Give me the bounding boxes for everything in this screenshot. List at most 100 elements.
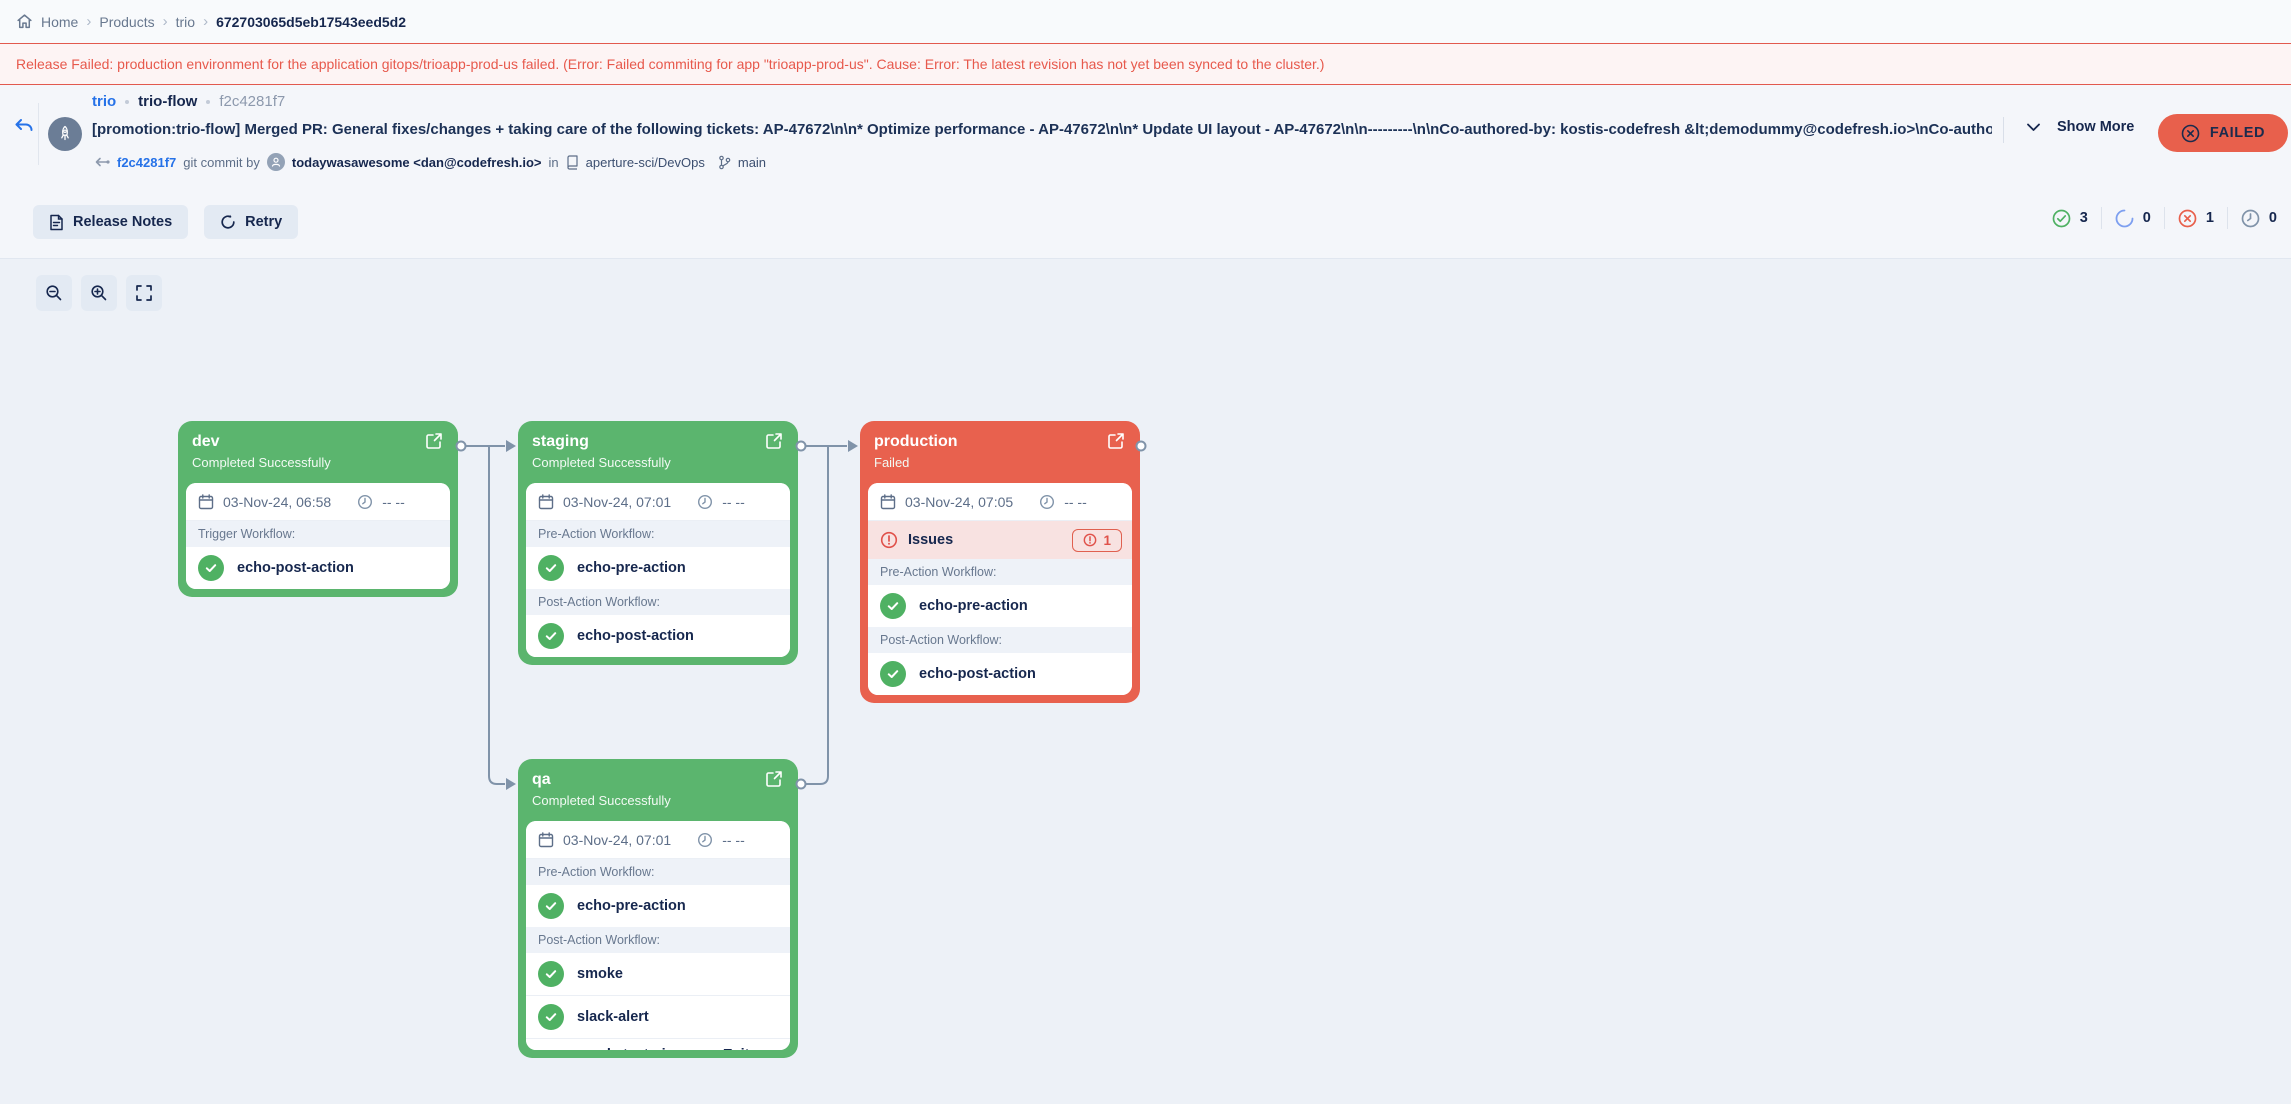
release-title-row: trio trio-flow f2c4281f7 (92, 93, 285, 110)
workflow-name: echo-pre-action (577, 560, 686, 576)
stat-pending: 0 (2241, 209, 2277, 228)
stat-running: 0 (2115, 209, 2151, 228)
check-circle-icon (538, 623, 564, 649)
workflow-row[interactable]: echo-post-action (526, 615, 790, 657)
alert-circle-icon (1083, 533, 1097, 547)
env-card-dev[interactable]: dev Completed Successfully 03-Nov-24, 06… (178, 421, 458, 597)
external-link-icon[interactable] (764, 769, 786, 791)
stat-pending-value: 0 (2269, 210, 2277, 226)
release-notes-button[interactable]: Release Notes (33, 205, 188, 239)
repo-name[interactable]: aperture-sci/DevOps (586, 155, 705, 170)
retry-button[interactable]: Retry (204, 205, 298, 239)
workflow-row[interactable]: echo-post-action (186, 547, 450, 589)
release-toolbar: Release Notes Retry (33, 205, 298, 239)
retry-label: Retry (245, 214, 282, 230)
issues-label: Issues (908, 532, 1062, 548)
check-circle-icon (880, 593, 906, 619)
stat-failed-value: 1 (2206, 210, 2214, 226)
workflow-row[interactable]: echo-pre-action (868, 585, 1132, 627)
branch-name[interactable]: main (738, 155, 766, 170)
issues-count-badge[interactable]: 1 (1072, 529, 1122, 552)
check-circle-icon (198, 555, 224, 581)
divider (2164, 207, 2165, 229)
env-card-body: 03-Nov-24, 06:58 -- -- Trigger Workflow:… (186, 483, 450, 589)
back-icon[interactable] (12, 115, 36, 139)
workflow-name: echo-pre-action (577, 898, 686, 914)
divider (2227, 207, 2228, 229)
workflow-name: echo-post-action (577, 628, 694, 644)
env-duration: -- -- (722, 832, 745, 848)
workflow-row[interactable]: smoke (526, 953, 790, 995)
workflow-row[interactable]: echo-pre-action (526, 547, 790, 589)
workflow-row[interactable]: smoketests-jsonp-onExit-send (526, 1038, 790, 1050)
external-link-icon[interactable] (1106, 431, 1128, 453)
env-card-production[interactable]: production Failed 03-Nov-24, 07:05 -- --… (860, 421, 1140, 703)
workflow-row[interactable]: echo-post-action (868, 653, 1132, 695)
env-card-header: production Failed (860, 421, 1140, 483)
workflow-name: slack-alert (577, 1009, 649, 1025)
env-card-staging[interactable]: staging Completed Successfully 03-Nov-24… (518, 421, 798, 665)
env-card-qa[interactable]: qa Completed Successfully 03-Nov-24, 07:… (518, 759, 798, 1058)
env-card-body: 03-Nov-24, 07:01 -- -- Pre-Action Workfl… (526, 821, 790, 1050)
clock-icon (2241, 209, 2260, 228)
breadcrumb-item-home[interactable]: Home (41, 14, 78, 30)
breadcrumb-item-product[interactable]: trio (176, 14, 195, 30)
breadcrumb-item-products[interactable]: Products (99, 14, 154, 30)
calendar-icon (538, 832, 554, 848)
stat-succeeded: 3 (2052, 209, 2088, 228)
env-status-text: Completed Successfully (532, 455, 784, 470)
release-status-badge[interactable]: FAILED (2158, 114, 2288, 152)
external-link-icon[interactable] (764, 431, 786, 453)
fit-to-screen-button[interactable] (126, 275, 162, 311)
issues-row[interactable]: Issues 1 (868, 521, 1132, 559)
env-card-header: qa Completed Successfully (518, 759, 798, 821)
show-more-button[interactable]: Show More (2026, 119, 2134, 135)
clock-icon (357, 494, 373, 510)
release-stats: 3 0 1 0 (2052, 207, 2277, 229)
commit-sha-link[interactable]: f2c4281f7 (117, 155, 176, 170)
stat-failed: 1 (2178, 209, 2214, 228)
divider (2003, 117, 2004, 143)
env-status-text: Completed Successfully (192, 455, 444, 470)
workflow-name: echo-pre-action (919, 598, 1028, 614)
zoom-in-button[interactable] (81, 275, 117, 311)
author-avatar (267, 153, 285, 171)
product-link[interactable]: trio (92, 93, 116, 110)
workflow-section-label: Pre-Action Workflow: (868, 559, 1132, 585)
breadcrumb: Home › Products › trio › 672703065d5eb17… (0, 0, 2291, 43)
env-name: dev (192, 433, 444, 451)
stat-running-value: 0 (2143, 210, 2151, 226)
alert-circle-icon (880, 531, 898, 549)
check-circle-icon (880, 661, 906, 687)
error-banner-text: Release Failed: production environment f… (16, 56, 1324, 72)
env-date-row: 03-Nov-24, 07:01 -- -- (526, 821, 790, 859)
commit-meta-row: f2c4281f7 git commit by todaywasawesome … (92, 151, 766, 173)
canvas-zoom-toolbar (36, 275, 162, 311)
commit-arrow-icon (92, 156, 110, 168)
clock-icon (697, 832, 713, 848)
calendar-icon (880, 494, 896, 510)
env-card-header: dev Completed Successfully (178, 421, 458, 483)
zoom-out-button[interactable] (36, 275, 72, 311)
external-link-icon[interactable] (424, 431, 446, 453)
clock-icon (697, 494, 713, 510)
workflow-row[interactable]: echo-pre-action (526, 885, 790, 927)
env-duration: -- -- (722, 494, 745, 510)
env-date: 03-Nov-24, 07:01 (563, 832, 671, 848)
env-card-body: 03-Nov-24, 07:01 -- -- Pre-Action Workfl… (526, 483, 790, 657)
clock-icon (1039, 494, 1055, 510)
error-banner: Release Failed: production environment f… (0, 43, 2291, 85)
pipeline-canvas: dev Completed Successfully 03-Nov-24, 06… (0, 258, 2291, 1104)
release-header: trio trio-flow f2c4281f7 [promotion:trio… (0, 85, 2291, 258)
dot-separator (125, 100, 129, 104)
workflow-row[interactable]: slack-alert (526, 995, 790, 1038)
document-icon (49, 214, 64, 231)
home-icon[interactable] (16, 13, 33, 30)
env-name: qa (532, 771, 784, 789)
env-date: 03-Nov-24, 07:05 (905, 494, 1013, 510)
workflow-name: echo-post-action (919, 666, 1036, 682)
x-circle-icon (2178, 209, 2197, 228)
dot-separator (206, 100, 210, 104)
workflow-name: echo-post-action (237, 560, 354, 576)
breadcrumb-separator: › (203, 13, 208, 30)
